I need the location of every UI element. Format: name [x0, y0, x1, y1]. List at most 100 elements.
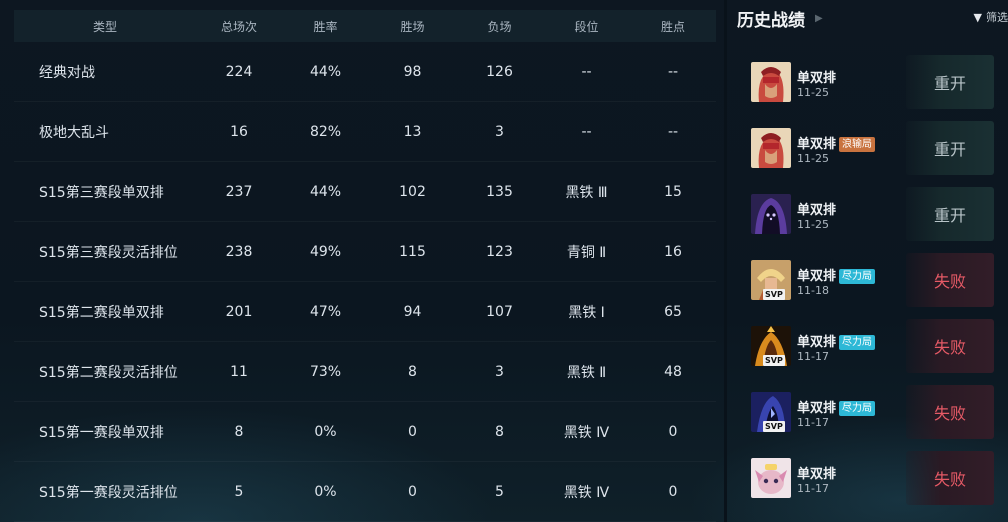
cell-type: S15第二赛段灵活排位	[39, 364, 178, 381]
header-wins: 胜场	[400, 19, 425, 34]
cell-lp: 16	[664, 243, 682, 260]
match-date: 11-25	[797, 86, 829, 99]
match-mode: 单双排 浪输局	[797, 133, 876, 152]
match-card[interactable]: 单双排 11-25 重开	[749, 55, 997, 109]
champion-golden-helm-icon: SVP	[751, 260, 791, 300]
match-date: 11-25	[797, 218, 829, 231]
cell-lp: 15	[664, 183, 682, 200]
header-win-rate: 胜率	[313, 19, 338, 34]
match-card[interactable]: SVP 单双排 尽力局 11-17 失败	[749, 385, 997, 439]
cell-total-games: 8	[234, 423, 244, 440]
champion-yordle-pink-icon	[751, 458, 791, 498]
cell-rank: 青铜 Ⅱ	[566, 244, 607, 261]
match-tag: 浪输局	[839, 137, 876, 152]
table-row: S15第一赛段单双排 8 0% 0 8 黑铁 Ⅳ 0	[14, 402, 716, 462]
chevron-right-icon[interactable]: ▶	[815, 13, 823, 24]
cell-total-games: 201	[225, 303, 253, 320]
match-mode: 单双排 尽力局	[797, 265, 876, 284]
table-row: S15第三赛段单双排 237 44% 102 135 黑铁 Ⅲ 15	[14, 162, 716, 222]
cell-lp: 65	[664, 303, 682, 320]
filter-label: 筛选	[986, 11, 1008, 24]
match-mode-label: 单双排	[797, 401, 837, 416]
match-mode: 单双排 尽力局	[797, 397, 876, 416]
cell-wins: 98	[403, 63, 422, 80]
cell-rank: 黑铁 Ⅰ	[568, 304, 605, 321]
champion-purple-hooded-icon	[751, 194, 791, 234]
cell-type: S15第二赛段单双排	[39, 304, 164, 321]
cell-total-games: 5	[234, 483, 244, 500]
header-rank: 段位	[574, 19, 599, 34]
cell-type: S15第一赛段灵活排位	[39, 484, 178, 501]
cell-lp: 0	[668, 483, 678, 500]
match-date: 11-18	[797, 284, 829, 297]
cell-total-games: 11	[230, 363, 248, 380]
match-result: 失败	[906, 319, 994, 373]
table-row: S15第三赛段灵活排位 238 49% 115 123 青铜 Ⅱ 16	[14, 222, 716, 282]
header-type: 类型	[92, 19, 117, 34]
header-total-games: 总场次	[220, 19, 257, 34]
match-date: 11-25	[797, 152, 829, 165]
cell-wins: 115	[399, 243, 426, 260]
match-result: 重开	[906, 121, 994, 175]
cell-wins: 8	[408, 363, 417, 380]
cell-losses: 3	[495, 123, 504, 140]
cell-total-games: 238	[225, 243, 253, 260]
cell-rank: 黑铁 Ⅲ	[565, 184, 608, 201]
match-mode-label: 单双排	[797, 137, 837, 152]
cell-lp: --	[667, 63, 679, 80]
match-date: 11-17	[797, 482, 829, 495]
cell-wins: 94	[403, 303, 422, 320]
champion-red-masked-icon	[751, 128, 791, 168]
funnel-icon: ▼	[973, 10, 982, 24]
cell-losses: 3	[495, 363, 504, 380]
cell-type: S15第三赛段单双排	[39, 184, 164, 201]
match-card[interactable]: 单双排 浪输局 11-25 重开	[749, 121, 997, 175]
match-result: 失败	[906, 253, 994, 307]
header-lp: 胜点	[660, 19, 685, 34]
cell-losses: 8	[495, 423, 504, 440]
match-mode-label: 单双排	[797, 335, 837, 350]
cell-rank: 黑铁 Ⅱ	[566, 364, 607, 381]
table-row: S15第二赛段单双排 201 47% 94 107 黑铁 Ⅰ 65	[14, 282, 716, 342]
cell-rank: 黑铁 Ⅳ	[563, 424, 610, 441]
cell-rank: --	[581, 123, 592, 140]
stats-table: 类型 总场次 胜率 胜场 负场 段位 胜点 经典对战 224 44% 98 126 -- -…	[14, 10, 716, 522]
cell-win-rate: 44%	[309, 183, 342, 200]
cell-win-rate: 44%	[309, 63, 342, 80]
filter-button[interactable]: ▼ 筛选	[974, 9, 1008, 25]
cell-win-rate: 47%	[309, 303, 342, 320]
cell-wins: 0	[408, 483, 417, 500]
match-result: 重开	[906, 187, 994, 241]
cell-win-rate: 0%	[314, 423, 337, 440]
cell-type: S15第一赛段单双排	[39, 424, 164, 441]
match-tag: 尽力局	[839, 401, 876, 416]
cell-type: S15第三赛段灵活排位	[39, 244, 178, 261]
cell-losses: 107	[486, 303, 513, 320]
cell-total-games: 16	[230, 123, 248, 140]
table-row: S15第二赛段灵活排位 11 73% 8 3 黑铁 Ⅱ 48	[14, 342, 716, 402]
cell-wins: 0	[408, 423, 417, 440]
svp-badge: SVP	[763, 355, 785, 366]
match-card[interactable]: SVP 单双排 尽力局 11-18 失败	[749, 253, 997, 307]
match-history-panel: 历史战绩 ▶ ▼ 筛选 单双排 11-25 重开 单双排 浪输局 11-25 重开 单双排 11…	[727, 0, 1008, 522]
cell-win-rate: 49%	[309, 243, 342, 260]
cell-losses: 5	[495, 483, 504, 500]
cell-total-games: 224	[225, 63, 253, 80]
cell-lp: 0	[668, 423, 678, 440]
match-mode: 单双排	[797, 67, 836, 86]
match-card[interactable]: 单双排 11-17 失败	[749, 451, 997, 505]
match-card[interactable]: 单双排 11-25 重开	[749, 187, 997, 241]
cell-type: 极地大乱斗	[39, 124, 109, 141]
match-tag: 尽力局	[839, 335, 876, 350]
match-mode: 单双排 尽力局	[797, 331, 876, 350]
table-row: 经典对战 224 44% 98 126 -- --	[14, 42, 716, 102]
match-mode-label: 单双排	[797, 71, 837, 86]
match-history-title[interactable]: 历史战绩	[737, 6, 805, 31]
cell-losses: 126	[486, 63, 513, 80]
match-history-header: 历史战绩 ▶ ▼ 筛选	[737, 6, 1008, 31]
match-card[interactable]: SVP 单双排 尽力局 11-17 失败	[749, 319, 997, 373]
match-result: 失败	[906, 385, 994, 439]
cell-rank: --	[581, 63, 592, 80]
cell-win-rate: 73%	[309, 363, 342, 380]
match-result: 重开	[906, 55, 994, 109]
